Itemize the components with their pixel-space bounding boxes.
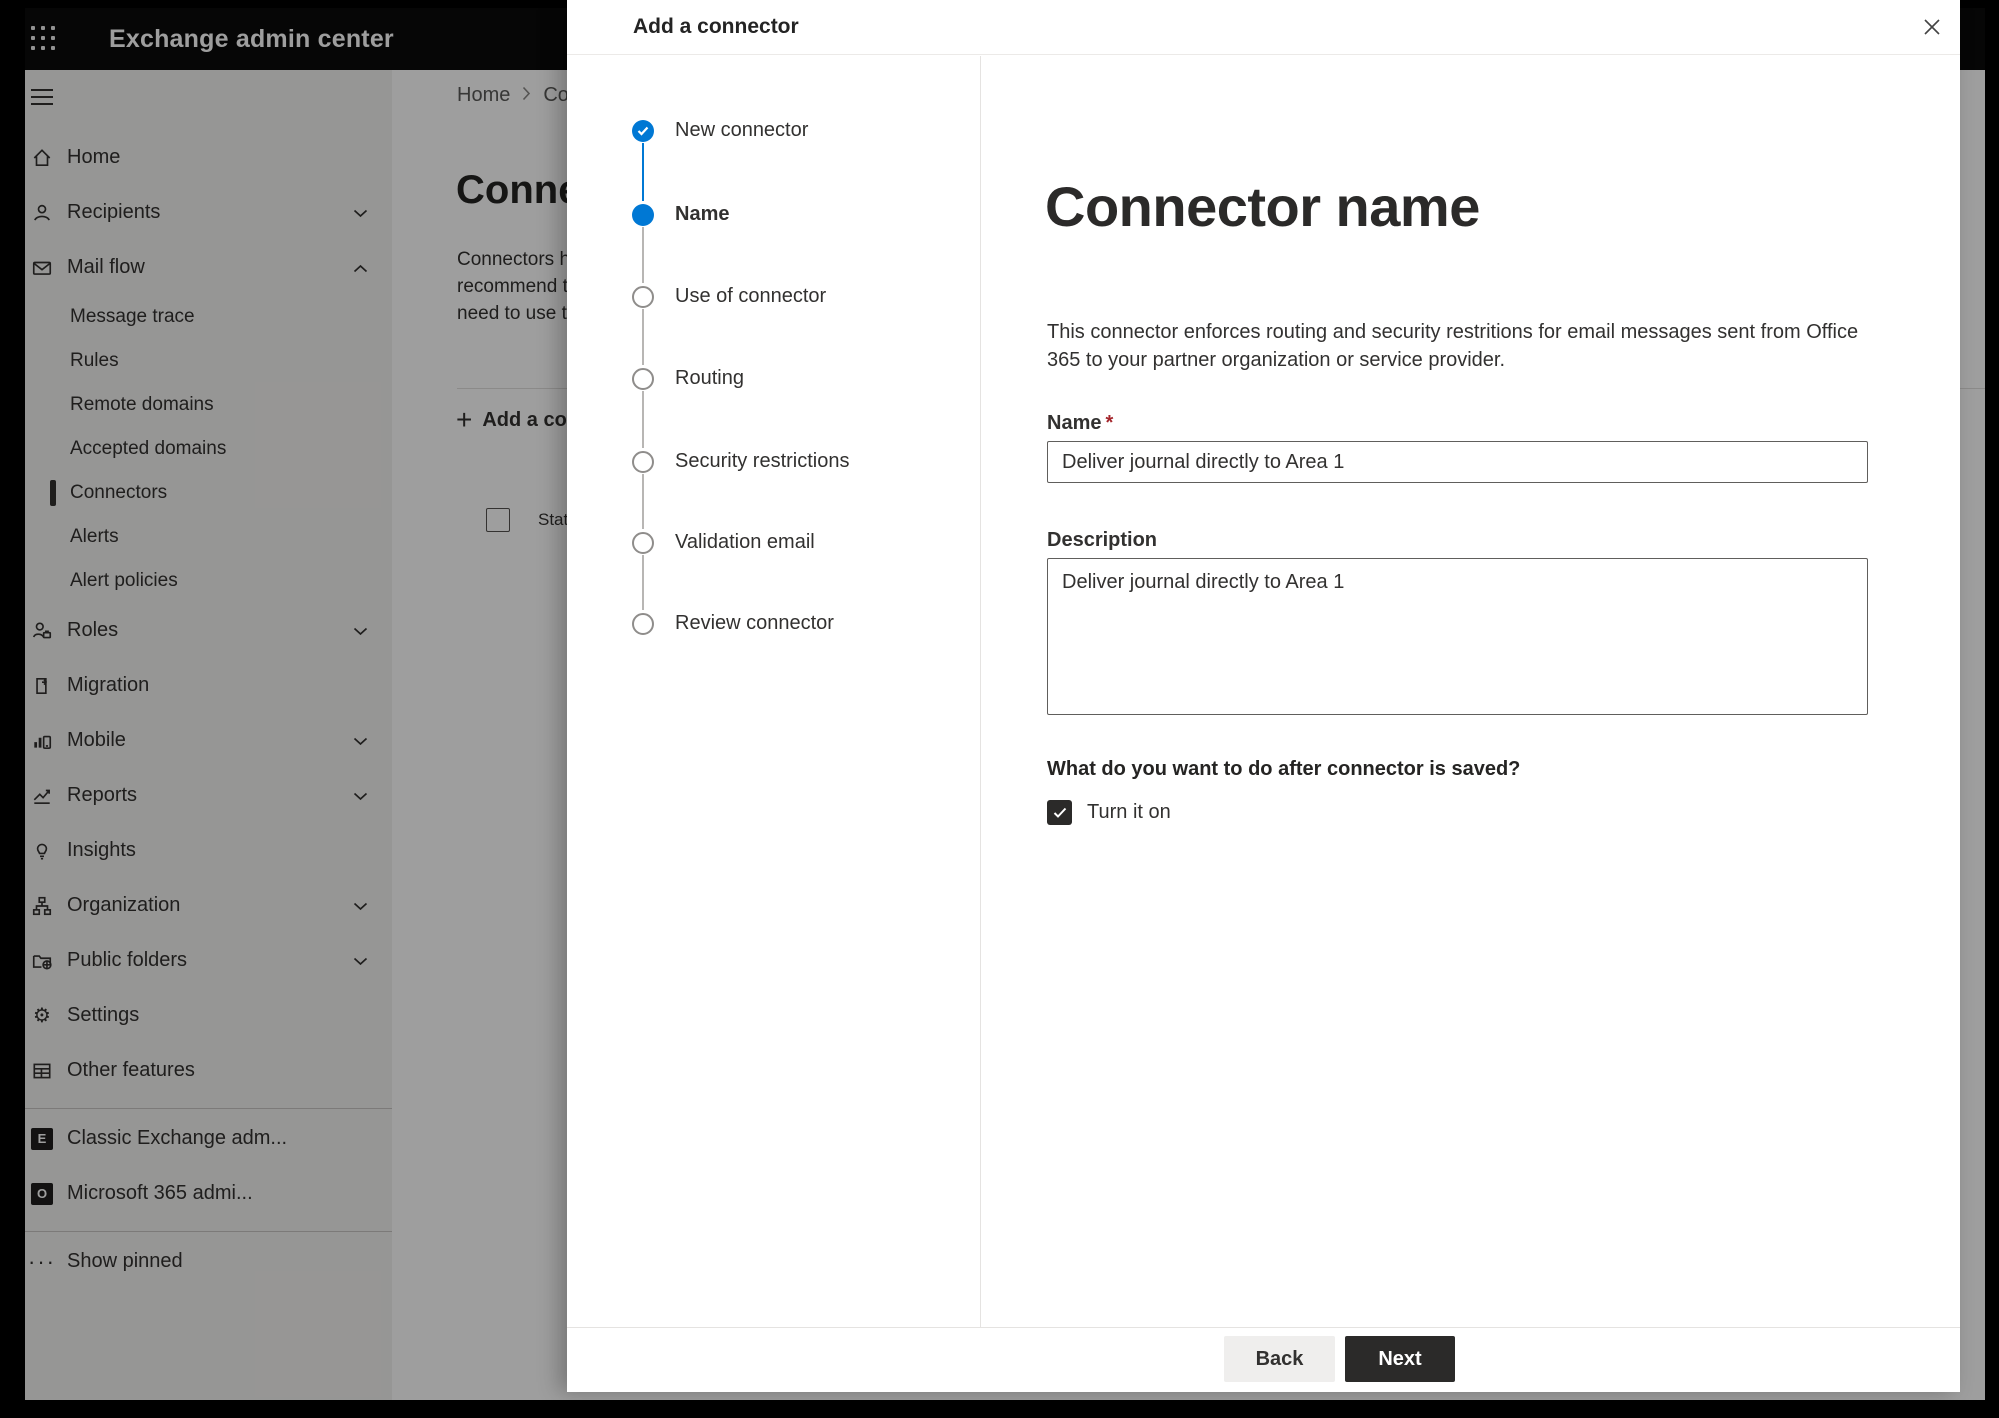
step-use-of-connector[interactable]: Use of connector — [632, 285, 826, 308]
checkbox-checked-icon[interactable] — [1047, 800, 1072, 825]
step-name[interactable]: Name — [632, 203, 729, 226]
next-button[interactable]: Next — [1345, 1336, 1455, 1382]
step-connector-line — [642, 143, 644, 201]
close-icon[interactable] — [1918, 13, 1946, 41]
content-heading: Connector name — [1045, 175, 1480, 238]
wizard-content: Connector name This connector enforces r… — [982, 56, 1960, 1327]
step-routing[interactable]: Routing — [632, 367, 744, 390]
step-connector-line — [642, 391, 644, 448]
step-security-restrictions[interactable]: Security restrictions — [632, 450, 850, 473]
step-connector-line — [642, 227, 644, 283]
description-field-label: Description — [1047, 529, 1158, 551]
modal-title: Add a connector — [633, 15, 799, 38]
step-label: New connector — [675, 119, 809, 141]
add-connector-modal: Add a connector New connector Name Use o… — [567, 0, 1960, 1392]
step-todo-circle-icon — [632, 285, 654, 308]
step-connector-line — [642, 309, 644, 365]
connector-description-textarea[interactable]: Deliver journal directly to Area 1 — [1047, 558, 1868, 715]
step-label: Review connector — [675, 612, 834, 634]
step-active-dot-icon — [632, 203, 654, 226]
required-asterisk: * — [1105, 412, 1114, 434]
turn-it-on-label: Turn it on — [1087, 801, 1171, 823]
wizard-stepper: New connector Name Use of connector Rout… — [567, 56, 981, 1327]
step-todo-circle-icon — [632, 450, 654, 473]
step-label: Use of connector — [675, 285, 827, 307]
step-connector-line — [642, 474, 644, 529]
connector-name-input[interactable] — [1047, 441, 1868, 483]
content-description: This connector enforces routing and secu… — [1047, 321, 1859, 371]
step-label: Validation email — [675, 531, 815, 553]
step-todo-circle-icon — [632, 612, 654, 635]
modal-footer: Back Next — [567, 1327, 1960, 1392]
name-field-label: Name * — [1047, 412, 1114, 434]
after-save-question: What do you want to do after connector i… — [1047, 758, 1521, 780]
turn-it-on-checkbox-row[interactable]: Turn it on — [1047, 800, 1171, 825]
step-review-connector[interactable]: Review connector — [632, 612, 834, 635]
modal-header: Add a connector — [567, 0, 1960, 55]
step-todo-circle-icon — [632, 531, 654, 554]
step-todo-circle-icon — [632, 367, 654, 390]
step-new-connector[interactable]: New connector — [632, 119, 808, 142]
step-validation-email[interactable]: Validation email — [632, 531, 815, 554]
step-label: Security restrictions — [675, 450, 850, 472]
step-complete-check-icon — [632, 119, 654, 142]
back-button[interactable]: Back — [1224, 1336, 1335, 1382]
step-label: Name — [675, 203, 730, 225]
step-connector-line — [642, 555, 644, 610]
step-label: Routing — [675, 367, 744, 389]
